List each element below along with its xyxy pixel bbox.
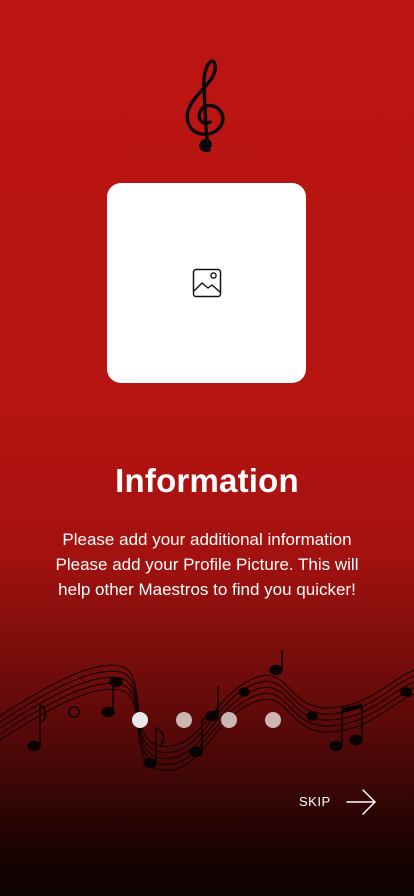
treble-clef-icon [185,59,225,153]
page-title: Information [115,462,299,499]
pagination-dot[interactable] [265,712,281,728]
description-line: Please add your Profile Picture. This wi… [55,555,359,574]
skip-button[interactable]: SKIP [299,794,331,809]
pagination-dot-active[interactable] [132,712,148,728]
pagination-dots [0,712,414,728]
image-placeholder-icon [192,268,221,298]
description-line: Please add your additional information [62,530,352,549]
description-text: Please add your additional information P… [30,527,384,602]
arrow-right-icon[interactable] [345,788,379,816]
profile-picture-upload[interactable] [107,183,306,383]
description-line: help other Maestros to find you quicker! [58,580,356,599]
pagination-dot[interactable] [221,712,237,728]
pagination-dot[interactable] [176,712,192,728]
